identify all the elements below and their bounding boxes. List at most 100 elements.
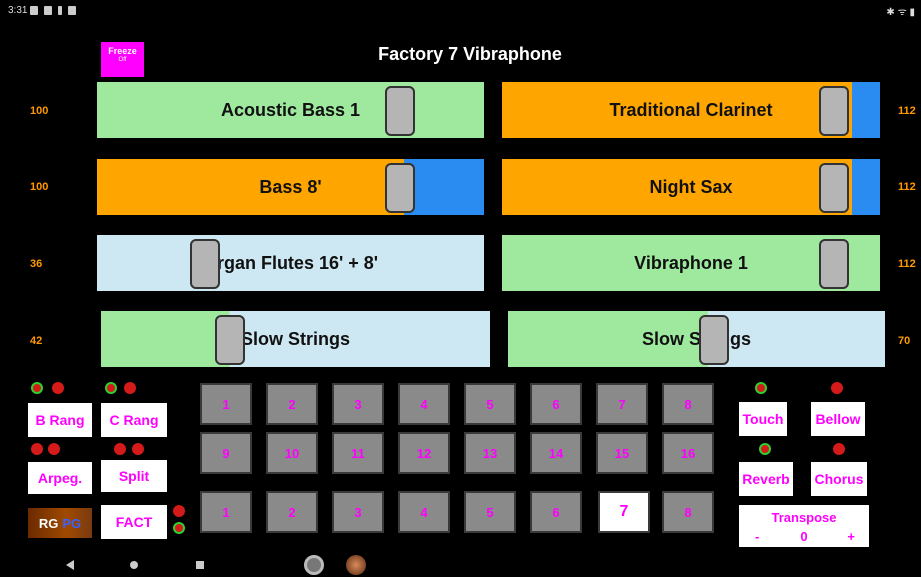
home-icon[interactable] — [130, 561, 138, 569]
voice-name: Traditional Clarinet — [609, 99, 773, 120]
notification-icon — [30, 6, 38, 15]
pad-button[interactable]: 14 — [530, 432, 582, 474]
voice-name: Vibraphone 1 — [634, 252, 748, 273]
chorus-button[interactable]: Chorus — [811, 462, 867, 496]
rg-label: RG — [38, 515, 59, 531]
slider-handle[interactable] — [819, 163, 849, 213]
fact-button[interactable]: FACT — [101, 505, 167, 539]
pad-button[interactable]: 8 — [662, 383, 714, 425]
voice-slider-right-1[interactable]: Traditional Clarinet — [502, 82, 880, 138]
pad-button[interactable]: 5 — [464, 383, 516, 425]
c-rang-button[interactable]: C Rang — [101, 403, 167, 437]
pad-button-active[interactable]: 7 — [598, 491, 650, 533]
voice-slider-right-2[interactable]: Night Sax — [502, 159, 880, 215]
left-volume-1: 100 — [30, 105, 49, 117]
arpeg-led-red — [48, 443, 60, 455]
freeze-label: Freeze — [108, 46, 137, 56]
pad-button[interactable]: 2 — [266, 383, 318, 425]
pad-button[interactable]: 5 — [464, 491, 516, 533]
transpose-plus-button[interactable]: + — [847, 529, 855, 544]
slider-handle[interactable] — [385, 86, 415, 136]
slider-handle[interactable] — [385, 163, 415, 213]
transpose-label: Transpose — [771, 510, 837, 525]
camera-app-icon[interactable] — [304, 555, 324, 575]
pad-button[interactable]: 10 — [266, 432, 318, 474]
pad-button[interactable]: 16 — [662, 432, 714, 474]
transpose-minus-button[interactable]: - — [755, 529, 759, 544]
pad-button[interactable]: 8 — [662, 491, 714, 533]
status-bar: 3:31 ✱ ᯤ ▮ — [0, 0, 921, 22]
back-icon[interactable] — [66, 560, 74, 570]
arpeg-button[interactable]: Arpeg. — [28, 462, 92, 494]
pg-label: PG — [62, 515, 82, 531]
fact-led-green — [173, 522, 185, 534]
b-rang-button[interactable]: B Rang — [28, 403, 92, 437]
bellow-button[interactable]: Bellow — [811, 402, 865, 436]
c-rang-led-green — [105, 382, 117, 394]
bellow-led-red — [831, 382, 843, 394]
slider-handle[interactable] — [819, 86, 849, 136]
b-rang-led-red — [52, 382, 64, 394]
transpose-control: Transpose 0 - + — [739, 505, 869, 547]
slider-handle[interactable] — [819, 239, 849, 289]
chorus-led-red — [833, 443, 845, 455]
pad-button[interactable]: 4 — [398, 491, 450, 533]
pad-button[interactable]: 4 — [398, 383, 450, 425]
voice-name: Acoustic Bass 1 — [220, 99, 361, 120]
pad-button[interactable]: 12 — [398, 432, 450, 474]
slider-fill — [852, 82, 880, 138]
reverb-led-green — [759, 443, 771, 455]
navigation-bar — [0, 553, 921, 577]
pad-button[interactable]: 11 — [332, 432, 384, 474]
page-title: Factory 7 Vibraphone — [378, 44, 562, 64]
voice-slider-left-4[interactable]: Slow Strings — [101, 311, 490, 367]
notification-icon — [68, 6, 76, 15]
split-led-red — [114, 443, 126, 455]
pad-button[interactable]: 9 — [200, 432, 252, 474]
right-volume-4: 70 — [898, 335, 911, 347]
pad-button[interactable]: 1 — [200, 383, 252, 425]
left-volume-4: 42 — [30, 335, 43, 347]
arpeg-led-red — [31, 443, 43, 455]
slider-fill — [404, 159, 484, 215]
fact-led-red — [173, 505, 185, 517]
reverb-button[interactable]: Reverb — [739, 462, 793, 496]
pad-button[interactable]: 1 — [200, 491, 252, 533]
left-volume-3: 36 — [30, 258, 43, 270]
pad-button[interactable]: 7 — [596, 383, 648, 425]
voice-name: Bass 8' — [259, 176, 322, 197]
pad-button[interactable]: 6 — [530, 491, 582, 533]
split-button[interactable]: Split — [101, 460, 167, 492]
pad-button[interactable]: 13 — [464, 432, 516, 474]
voice-name: Organ Flutes 16' + 8' — [202, 252, 379, 273]
app-icon[interactable] — [346, 555, 366, 575]
touch-button[interactable]: Touch — [739, 402, 787, 436]
freeze-button[interactable]: Freeze Off — [101, 42, 144, 77]
c-rang-led-red — [124, 382, 136, 394]
pad-button[interactable]: 6 — [530, 383, 582, 425]
voice-name: Night Sax — [649, 176, 733, 197]
battery-icon — [58, 6, 62, 15]
split-led-red — [132, 443, 144, 455]
pad-button[interactable]: 3 — [332, 383, 384, 425]
freeze-state: Off — [118, 57, 127, 63]
slider-handle[interactable] — [190, 239, 220, 289]
voice-name: Slow Strings — [641, 328, 751, 349]
voice-slider-right-3[interactable]: Vibraphone 1 — [502, 235, 880, 291]
voice-slider-right-4[interactable]: Slow Strings — [508, 311, 885, 367]
voice-slider-left-2[interactable]: Bass 8' — [97, 159, 484, 215]
right-volume-1: 112 — [898, 105, 916, 117]
pad-button[interactable]: 2 — [266, 491, 318, 533]
recents-icon[interactable] — [196, 561, 204, 569]
slider-handle[interactable] — [215, 315, 245, 365]
voice-slider-left-1[interactable]: Acoustic Bass 1 — [97, 82, 484, 138]
right-volume-3: 112 — [898, 258, 916, 270]
b-rang-led-green — [31, 382, 43, 394]
slider-handle[interactable] — [699, 315, 729, 365]
rg-pg-button[interactable]: RG PG — [28, 508, 92, 538]
pad-button[interactable]: 15 — [596, 432, 648, 474]
voice-slider-left-3[interactable]: Organ Flutes 16' + 8' — [97, 235, 484, 291]
status-icons: ✱ ᯤ ▮ — [886, 7, 915, 18]
pad-button[interactable]: 3 — [332, 491, 384, 533]
left-volume-2: 100 — [30, 181, 49, 193]
